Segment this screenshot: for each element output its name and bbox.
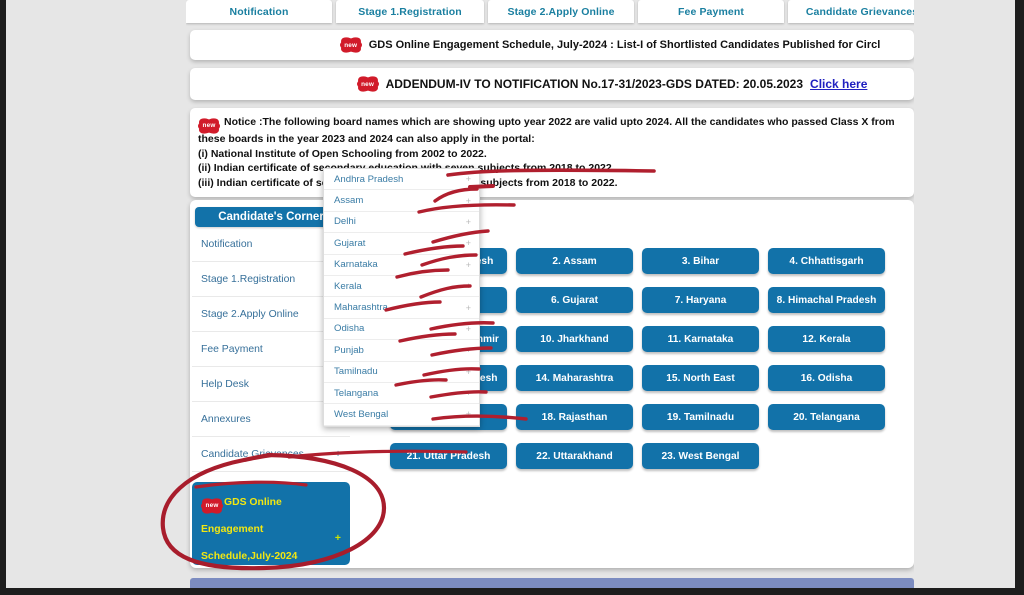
board-validity-notice-panel: new Notice :The following board names whi… — [190, 108, 914, 197]
state-button[interactable]: 10. Jharkhand — [516, 326, 633, 352]
expand-plus-icon[interactable]: + — [335, 525, 341, 552]
expand-plus-icon[interactable]: + — [466, 260, 471, 270]
sidebar-item-gds-shortlisted-highlight[interactable]: new GDS Online Engagement Schedule,July-2… — [192, 482, 350, 565]
dropdown-item-label: Assam — [334, 195, 364, 207]
state-button[interactable]: 12. Kerala — [768, 326, 885, 352]
dropdown-item[interactable]: Andhra Pradesh + — [324, 169, 479, 191]
state-button[interactable]: 23. West Bengal — [642, 443, 759, 469]
announcement-text: ADDENDUM-IV TO NOTIFICATION No.17-31/202… — [385, 77, 804, 91]
state-button[interactable]: 8. Himachal Pradesh — [768, 287, 885, 313]
state-button[interactable]: 4. Chhattisgarh — [768, 248, 885, 274]
dropdown-item-label: Odisha — [334, 323, 365, 335]
state-button[interactable]: 22. Uttarakhand — [516, 443, 633, 469]
dropdown-item[interactable]: Telangana + — [324, 383, 479, 405]
dropdown-item-label: West Bengal — [334, 408, 389, 420]
dropdown-item-label: Telangana — [334, 387, 379, 399]
sidebar-item-label: Help Desk — [201, 378, 249, 390]
sidebar-item-label: Fee Payment — [201, 343, 263, 355]
dropdown-item-label: Andhra Pradesh — [334, 173, 404, 185]
expand-plus-icon[interactable]: + — [466, 409, 471, 419]
state-button[interactable]: 2. Assam — [516, 248, 633, 274]
sidebar-item-label: Candidate Grievances — [201, 448, 304, 460]
new-badge-icon: new — [198, 120, 220, 133]
dropdown-item[interactable]: West Bengal + — [324, 404, 479, 426]
notice-line-1-text: Notice :The following board names which … — [198, 116, 895, 146]
highlight-line-1: new GDS Online Engagement — [201, 497, 282, 535]
state-button[interactable]: 3. Bihar — [642, 248, 759, 274]
expand-plus-icon[interactable]: + — [466, 196, 471, 206]
dropdown-item[interactable]: Punjab + — [324, 340, 479, 362]
announcement-text: GDS Online Engagement Schedule, July-202… — [368, 39, 881, 51]
expand-plus-icon[interactable]: + — [466, 217, 471, 227]
state-button[interactable]: 19. Tamilnadu — [642, 404, 759, 430]
dropdown-item[interactable]: Assam + — [324, 190, 479, 212]
sidebar-item-label: Notification — [201, 238, 253, 250]
expand-plus-icon[interactable]: + — [335, 449, 341, 460]
dropdown-item[interactable]: Delhi + — [324, 212, 479, 234]
state-button[interactable]: 14. Maharashtra — [516, 365, 633, 391]
dropdown-item-label: Karnataka — [334, 259, 378, 271]
screenshot-root: Notification Stage 1.Registration Stage … — [0, 0, 1024, 595]
notice-line-4: (iii) Indian certificate of secondary ed… — [198, 177, 618, 190]
expand-plus-icon[interactable]: + — [466, 388, 471, 398]
state-button[interactable]: 6. Gujarat — [516, 287, 633, 313]
new-badge-icon: new — [201, 499, 223, 512]
top-tab-bar: Notification Stage 1.Registration Stage … — [186, 0, 914, 24]
state-button[interactable]: 18. Rajasthan — [516, 404, 633, 430]
page-background: Notification Stage 1.Registration Stage … — [6, 0, 1015, 588]
tab-notification[interactable]: Notification — [186, 0, 332, 23]
announcement-bar-shortlist[interactable]: new GDS Online Engagement Schedule, July… — [190, 30, 914, 60]
new-badge-icon: new — [339, 39, 362, 51]
state-button[interactable]: 11. Karnataka — [642, 326, 759, 352]
dropdown-item-label: Delhi — [334, 216, 356, 228]
tab-stage1-registration[interactable]: Stage 1.Registration — [336, 0, 484, 23]
notice-line-2: (i) National Institute of Open Schooling… — [198, 147, 487, 160]
dropdown-item-label: Maharashtra — [334, 302, 388, 314]
notice-line-1: new Notice :The following board names whi… — [198, 115, 904, 147]
announcement-bar-addendum[interactable]: new ADDENDUM-IV TO NOTIFICATION No.17-31… — [190, 68, 914, 100]
dropdown-item[interactable]: Gujarat + — [324, 233, 479, 255]
main-content-panel: Candidate's Corner Notification Stage 1.… — [190, 168, 914, 568]
expand-plus-icon[interactable]: + — [466, 281, 471, 291]
dropdown-item[interactable]: Karnataka + — [324, 255, 479, 276]
sidebar-item-label: Stage 2.Apply Online — [201, 308, 299, 320]
state-button[interactable]: 15. North East — [642, 365, 759, 391]
dropdown-item[interactable]: Kerala + — [324, 276, 479, 298]
dropdown-item-label: Kerala — [334, 280, 362, 292]
sidebar-item-label: Annexures — [201, 413, 251, 425]
sidebar-item-candidate-grievances[interactable]: Candidate Grievances + — [192, 437, 350, 472]
expand-plus-icon[interactable]: + — [466, 174, 471, 184]
state-button[interactable]: 20. Telangana — [768, 404, 885, 430]
sidebar-item-label: Stage 1.Registration — [201, 273, 296, 285]
new-badge-icon: new — [356, 78, 379, 90]
tab-fee-payment[interactable]: Fee Payment — [638, 0, 784, 23]
dropdown-item[interactable]: Maharashtra + — [324, 297, 479, 319]
dropdown-item-label: Tamilnadu — [334, 366, 378, 378]
expand-plus-icon[interactable]: + — [466, 345, 471, 355]
expand-plus-icon[interactable]: + — [466, 238, 471, 248]
dropdown-item[interactable]: Tamilnadu + — [324, 362, 479, 383]
dropdown-item[interactable]: Odisha + — [324, 319, 479, 341]
expand-plus-icon[interactable]: + — [466, 324, 471, 334]
click-here-link[interactable]: Click here — [810, 77, 867, 91]
state-button[interactable]: 16. Odisha — [768, 365, 885, 391]
footer-bar — [190, 578, 914, 588]
highlight-line-2: Schedule,July-2024 Shortlisted — [201, 551, 298, 562]
state-button[interactable]: 7. Haryana — [642, 287, 759, 313]
tab-candidate-grievances[interactable]: Candidate Grievances — [788, 0, 914, 23]
dropdown-item-label: Gujarat — [334, 237, 366, 249]
page-viewport: Notification Stage 1.Registration Stage … — [186, 0, 914, 588]
state-button[interactable]: 21. Uttar Pradesh — [390, 443, 507, 469]
tab-stage2-apply-online[interactable]: Stage 2.Apply Online — [488, 0, 634, 23]
expand-plus-icon[interactable]: + — [466, 303, 471, 313]
circle-dropdown-menu[interactable]: Andhra Pradesh + Assam + Delhi + Gujarat… — [323, 168, 480, 427]
expand-plus-icon[interactable]: + — [466, 367, 471, 377]
dropdown-item-label: Punjab — [334, 344, 364, 356]
notice-line-3: (ii) Indian certificate of secondary edu… — [198, 162, 615, 175]
